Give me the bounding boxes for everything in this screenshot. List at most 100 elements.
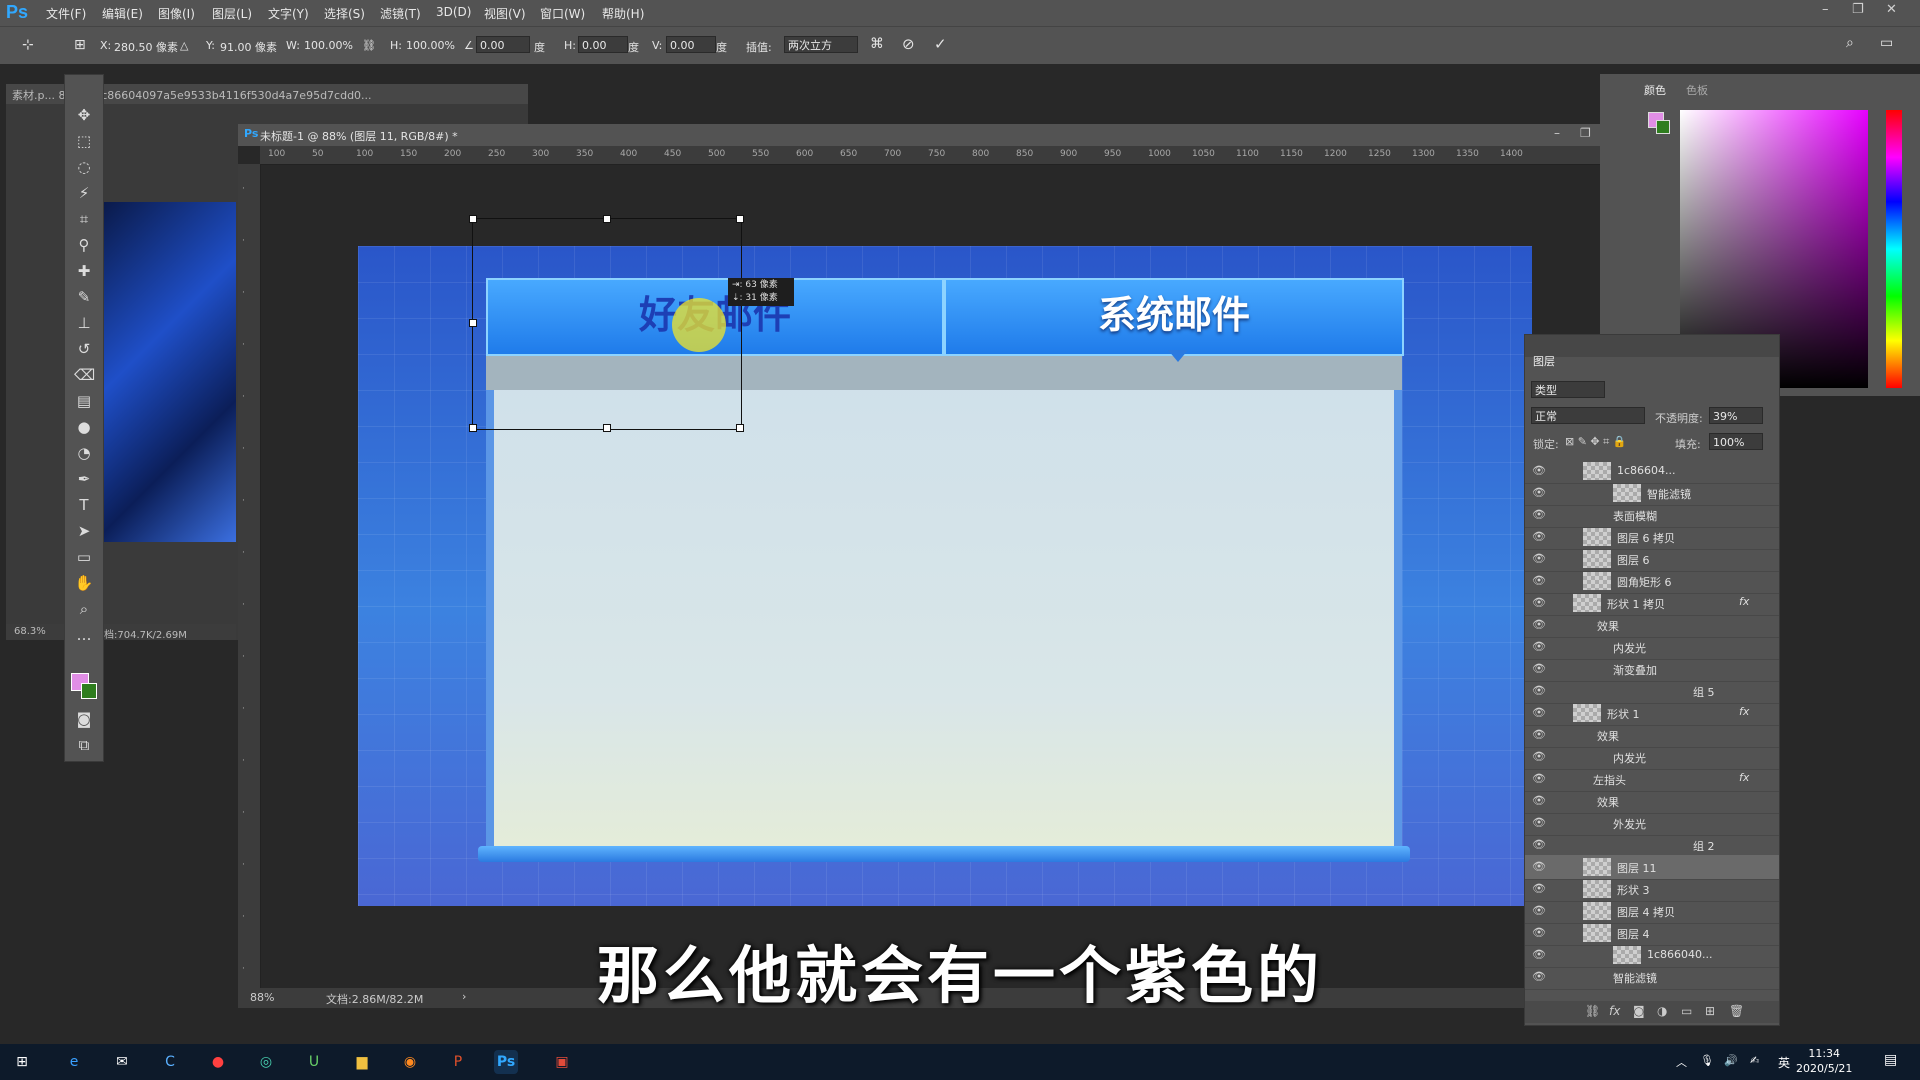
menu-select[interactable]: 选择(S)	[324, 5, 365, 22]
blend-mode-select[interactable]: 正常	[1531, 407, 1645, 424]
visibility-eye-icon[interactable]: 👁	[1532, 574, 1546, 587]
eyedropper-tool-icon[interactable]: ⚲	[74, 235, 94, 255]
more-tools-icon[interactable]: …	[74, 625, 94, 645]
visibility-eye-icon[interactable]: 👁	[1532, 618, 1546, 631]
path-select-icon[interactable]: ➤	[74, 521, 94, 541]
app-red-icon[interactable]: ●	[206, 1050, 230, 1074]
tab-swatches[interactable]: 色板	[1686, 82, 1708, 98]
pen-icon[interactable]: ✍	[1750, 1054, 1759, 1067]
notification-icon[interactable]: ▤	[1884, 1052, 1897, 1068]
visibility-eye-icon[interactable]: 👁	[1532, 816, 1546, 829]
workspace-icon[interactable]: ▭	[1880, 35, 1893, 51]
visibility-eye-icon[interactable]: 👁	[1532, 486, 1546, 499]
interp-select[interactable]: 两次立方	[784, 36, 858, 53]
layer-fx-icon[interactable]: fx	[1739, 771, 1749, 784]
menu-type[interactable]: 文字(Y)	[268, 5, 309, 22]
restore-icon[interactable]: ❐	[1852, 2, 1864, 17]
reference-point-icon[interactable]: ⊞	[74, 37, 86, 53]
fill-field[interactable]: 100%	[1709, 433, 1763, 450]
visibility-eye-icon[interactable]: 👁	[1532, 464, 1546, 477]
stamp-tool-icon[interactable]: ⊥	[74, 313, 94, 333]
panel-bg-swatch[interactable]	[1656, 120, 1670, 134]
menu-image[interactable]: 图像(I)	[158, 5, 195, 22]
transform-handle-b[interactable]	[603, 424, 611, 432]
menu-edit[interactable]: 编辑(E)	[102, 5, 143, 22]
start-icon[interactable]: ⊞	[10, 1050, 34, 1074]
layer-fx-icon[interactable]: fx	[1739, 595, 1749, 608]
document-tab-main[interactable]: Ps 未标题-1 @ 88% (图层 11, RGB/8#) * – ❐ ✕	[238, 124, 1638, 146]
ime-indicator[interactable]: 英	[1778, 1054, 1790, 1071]
visibility-eye-icon[interactable]: 👁	[1532, 904, 1546, 917]
visibility-eye-icon[interactable]: 👁	[1532, 552, 1546, 565]
visibility-eye-icon[interactable]: 👁	[1532, 882, 1546, 895]
angle-field[interactable]: 0.00	[476, 36, 530, 53]
quick-mask-icon[interactable]: ◙	[74, 709, 94, 729]
menu-help[interactable]: 帮助(H)	[602, 5, 644, 22]
link-icon[interactable]: ⛓	[362, 39, 376, 52]
gradient-tool-icon[interactable]: ▤	[74, 391, 94, 411]
marquee-tool-icon[interactable]: ⬚	[74, 131, 94, 151]
doc-minimize-icon[interactable]: –	[1554, 126, 1560, 140]
close-icon[interactable]: ✕	[1886, 2, 1897, 17]
magic-wand-tool-icon[interactable]: ⚡	[74, 183, 94, 203]
move-tool-icon[interactable]: ✥	[74, 105, 94, 125]
visibility-eye-icon[interactable]: 👁	[1532, 684, 1546, 697]
vskew-field[interactable]: 0.00	[666, 36, 716, 53]
hskew-field[interactable]: 0.00	[578, 36, 628, 53]
horizontal-ruler[interactable]: 100 50 100 150 200 250 300 350 400 450 500 550 600 65…	[260, 146, 1640, 165]
screen-mode-icon[interactable]: ⧉	[74, 735, 94, 755]
visibility-eye-icon[interactable]: 👁	[1532, 530, 1546, 543]
clock[interactable]: 11:34 2020/5/21	[1796, 1046, 1852, 1076]
type-tool-icon[interactable]: T	[74, 495, 94, 515]
visibility-eye-icon[interactable]: 👁	[1532, 860, 1546, 873]
visibility-eye-icon[interactable]: 👁	[1532, 838, 1546, 851]
hue-slider[interactable]	[1886, 110, 1902, 388]
delta-icon[interactable]: △	[180, 39, 188, 52]
shape-tool-icon[interactable]: ▭	[74, 547, 94, 567]
menu-layer[interactable]: 图层(L)	[212, 5, 252, 22]
eraser-tool-icon[interactable]: ⌫	[74, 365, 95, 385]
visibility-eye-icon[interactable]: 👁	[1532, 794, 1546, 807]
firefox-icon[interactable]: ◉	[398, 1050, 422, 1074]
move-tool-preset-icon[interactable]: ⊹	[22, 37, 34, 53]
pen-tool-icon[interactable]: ✒	[74, 469, 94, 489]
powerpoint-icon[interactable]: P	[446, 1050, 470, 1074]
visibility-eye-icon[interactable]: 👁	[1532, 728, 1546, 741]
menu-file[interactable]: 文件(F)	[46, 5, 86, 22]
presentation-icon[interactable]: ▣	[550, 1050, 574, 1074]
transform-handle-tr[interactable]	[736, 215, 744, 223]
h-field[interactable]: 100.00%	[406, 39, 455, 52]
visibility-eye-icon[interactable]: 👁	[1532, 596, 1546, 609]
app-c-icon[interactable]: C	[158, 1050, 182, 1074]
visibility-eye-icon[interactable]: 👁	[1532, 706, 1546, 719]
menu-filter[interactable]: 滤镜(T)	[380, 5, 421, 22]
y-field[interactable]: 91.00 像素	[220, 39, 277, 55]
dodge-tool-icon[interactable]: ◔	[74, 443, 94, 463]
lasso-tool-icon[interactable]: ◌	[74, 157, 94, 177]
edge-icon[interactable]: e	[62, 1050, 86, 1074]
transform-handle-bl[interactable]	[469, 424, 477, 432]
visibility-eye-icon[interactable]: 👁	[1532, 640, 1546, 653]
history-brush-icon[interactable]: ↺	[74, 339, 94, 359]
lock-icons[interactable]: ⊠ ✎ ✥ ⌗ 🔒	[1565, 435, 1627, 449]
visibility-eye-icon[interactable]: 👁	[1532, 772, 1546, 785]
x-field[interactable]: 280.50 像素	[114, 39, 178, 55]
transform-handle-l[interactable]	[469, 319, 477, 327]
tab-color[interactable]: 颜色	[1644, 82, 1666, 98]
search-icon[interactable]: ⌕	[1846, 35, 1854, 51]
visibility-eye-icon[interactable]: 👁	[1532, 750, 1546, 763]
photoshop-taskbar-icon[interactable]: Ps	[494, 1050, 518, 1074]
layers-panel-title[interactable]: 图层	[1533, 353, 1555, 369]
mail-icon[interactable]: ✉	[110, 1050, 134, 1074]
tray-chevron-icon[interactable]: ︿	[1676, 1054, 1687, 1070]
menu-window[interactable]: 窗口(W)	[540, 5, 585, 22]
mic-icon[interactable]: 🎙	[1700, 1054, 1714, 1067]
visibility-eye-icon[interactable]: 👁	[1532, 508, 1546, 521]
transform-handle-tl[interactable]	[469, 215, 477, 223]
layer-filter-select[interactable]: 类型	[1531, 381, 1605, 398]
app-u-icon[interactable]: U	[302, 1050, 326, 1074]
menu-view[interactable]: 视图(V)	[484, 5, 526, 22]
doc-restore-icon[interactable]: ❐	[1580, 126, 1591, 140]
doc1-zoom[interactable]: 68.3%	[14, 626, 46, 637]
background-color-swatch[interactable]	[81, 683, 97, 699]
